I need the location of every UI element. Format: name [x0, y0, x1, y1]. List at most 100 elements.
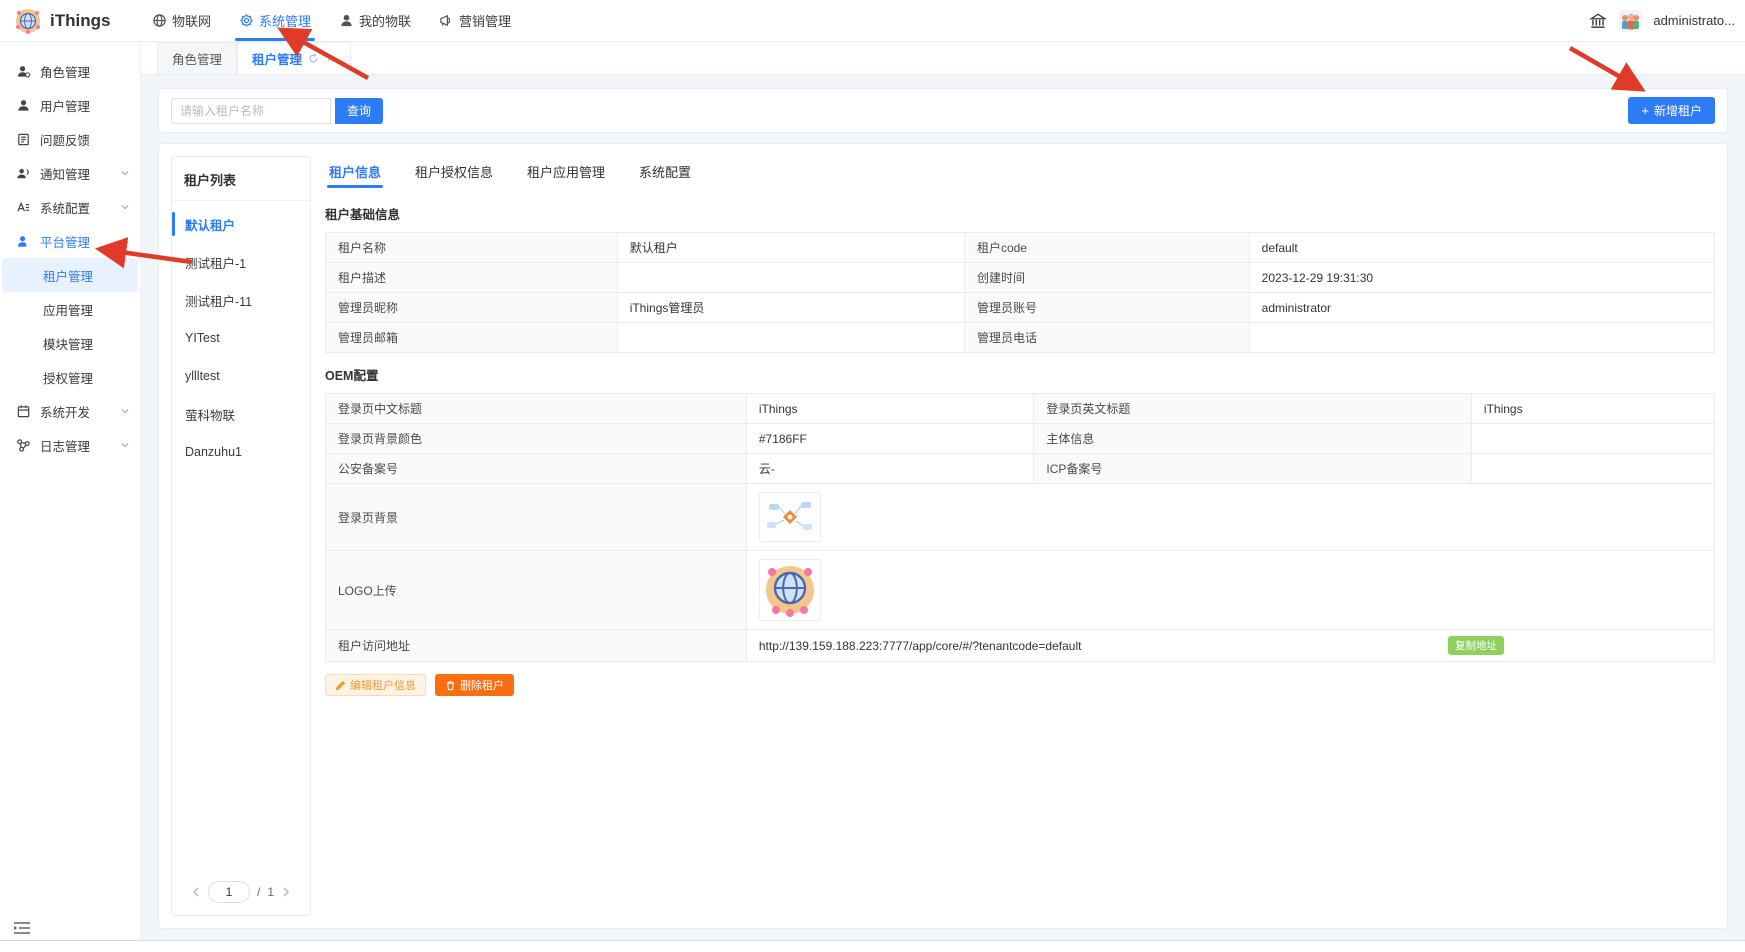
close-icon[interactable]: [325, 53, 336, 64]
chevron-up-icon: [120, 236, 130, 246]
sidebar-item-label: 平台管理: [40, 232, 90, 251]
sidebar-item-label: 系统配置: [40, 198, 90, 217]
detail-tab[interactable]: 租户应用管理: [525, 158, 607, 192]
user-icon: [16, 98, 31, 113]
topnav-item[interactable]: 物联网: [140, 0, 223, 41]
cell-label: 租户名称: [326, 233, 618, 263]
login-bg-cell: [746, 484, 1714, 551]
open-tabs-bar: 角色管理 租户管理: [141, 42, 1745, 75]
collapse-menu-icon[interactable]: [13, 920, 31, 936]
topbar-right: administrato...: [1589, 10, 1745, 32]
tenant-detail-panel: 租户信息租户授权信息租户应用管理系统配置 租户基础信息 租户名称默认租户租户co…: [325, 156, 1715, 916]
cell-label: 管理员电话: [964, 323, 1249, 353]
topnav-label: 我的物联: [359, 11, 411, 30]
sidebar-item[interactable]: 系统配置: [0, 190, 140, 224]
topnav-item[interactable]: 我的物联: [327, 0, 423, 41]
info-row: 公安备案号云-ICP备案号: [326, 454, 1715, 484]
cell-value: administrator: [1249, 293, 1714, 323]
sidebar-item-label: 系统开发: [40, 402, 90, 421]
cell-value: #7186FF: [746, 424, 1034, 454]
sidebar-item[interactable]: 平台管理: [0, 224, 140, 258]
sidebar-item-label: 角色管理: [40, 62, 90, 81]
tenant-list-item[interactable]: 默认租户: [172, 205, 310, 243]
tenant-list-title: 租户列表: [172, 157, 310, 201]
cell-label: 租户code: [964, 233, 1249, 263]
cell-label: ICP备案号: [1034, 454, 1472, 484]
tenant-logo-image[interactable]: [759, 559, 821, 621]
tenant-list-item[interactable]: 测试租户-1: [172, 243, 310, 281]
open-tab[interactable]: 租户管理: [237, 42, 351, 74]
pagination: / 1: [172, 871, 310, 915]
logo-upload-row: LOGO上传: [326, 551, 1715, 630]
cell-value: iThings: [746, 394, 1034, 424]
cell-value: 云-: [746, 454, 1034, 484]
query-button[interactable]: 查询: [335, 98, 383, 124]
trash-icon: [445, 680, 456, 691]
avatar[interactable]: [1619, 10, 1641, 32]
edit-tenant-label: 编辑租户信息: [350, 677, 416, 693]
tenant-list-item[interactable]: 萤科物联: [172, 395, 310, 433]
detail-tab[interactable]: 系统配置: [637, 158, 693, 192]
cell-label: 登录页中文标题: [326, 394, 747, 424]
tenant-list-item[interactable]: 测试租户-11: [172, 281, 310, 319]
marketing-icon: [439, 13, 454, 28]
app-logo[interactable]: iThings: [0, 7, 140, 35]
add-tenant-label: 新增租户: [1654, 102, 1702, 119]
sidebar-subitem[interactable]: 模块管理: [2, 326, 138, 360]
logo-upload-cell: [746, 551, 1714, 630]
tenant-list-item[interactable]: YITest: [172, 319, 310, 357]
cell-label: LOGO上传: [326, 551, 747, 630]
sidebar-subitem[interactable]: 应用管理: [2, 292, 138, 326]
cell-value: [1471, 454, 1714, 484]
prev-page-icon[interactable]: [191, 887, 201, 897]
cell-label: 租户描述: [326, 263, 618, 293]
sidebar-item[interactable]: 系统开发: [0, 394, 140, 428]
cell-value: [617, 263, 964, 293]
cell-label: 管理员昵称: [326, 293, 618, 323]
sidebar-item[interactable]: 日志管理: [0, 428, 140, 462]
page-number-input[interactable]: [208, 881, 250, 903]
cell-label: 租户访问地址: [326, 630, 747, 662]
tenant-list-item[interactable]: Danzuhu1: [172, 433, 310, 471]
main-content: 查询 + 新增租户 租户列表 默认租户测试租户-1测试租户-11YITestyl…: [141, 75, 1745, 940]
cell-label: 公安备案号: [326, 454, 747, 484]
sidebar-item[interactable]: 问题反馈: [0, 122, 140, 156]
tenant-list-item[interactable]: yllltest: [172, 357, 310, 395]
next-page-icon[interactable]: [281, 887, 291, 897]
sidebar-item[interactable]: 角色管理: [0, 54, 140, 88]
topnav-item[interactable]: 系统管理: [227, 0, 323, 41]
cell-label: 管理员邮箱: [326, 323, 618, 353]
current-user[interactable]: administrato...: [1653, 13, 1735, 28]
detail-tab[interactable]: 租户授权信息: [413, 158, 495, 192]
delete-tenant-button[interactable]: 删除租户: [435, 674, 514, 696]
sidebar-subitem[interactable]: 授权管理: [2, 360, 138, 394]
edit-tenant-button[interactable]: 编辑租户信息: [325, 674, 426, 696]
sidebar-item[interactable]: 通知管理: [0, 156, 140, 190]
sidebar-item[interactable]: 用户管理: [0, 88, 140, 122]
tenant-url[interactable]: http://139.159.188.223:7777/app/core/#/?…: [759, 639, 1082, 653]
detail-tab[interactable]: 租户信息: [327, 158, 383, 192]
feedback-icon: [16, 132, 31, 147]
info-row: 租户名称默认租户租户codedefault: [326, 233, 1715, 263]
refresh-icon[interactable]: [308, 53, 319, 64]
sidebar: 角色管理 用户管理 问题反馈 通知管理 系统配置 平台管理 租户管理应用管理模块…: [0, 42, 141, 940]
search-input[interactable]: [171, 98, 331, 124]
login-bg-image[interactable]: [759, 492, 821, 542]
info-row: 登录页背景颜色#7186FF主体信息: [326, 424, 1715, 454]
app-title: iThings: [50, 11, 110, 31]
sidebar-item-label: 日志管理: [40, 436, 90, 455]
toolbar: 查询 + 新增租户: [158, 88, 1728, 133]
sidebar-subitem[interactable]: 租户管理: [2, 258, 138, 292]
sidebar-item-label: 用户管理: [40, 96, 90, 115]
my-iot-icon: [339, 13, 354, 28]
pencil-icon: [335, 680, 346, 691]
open-tab[interactable]: 角色管理: [157, 42, 237, 74]
bank-icon[interactable]: [1589, 12, 1607, 30]
topnav-label: 系统管理: [259, 11, 311, 30]
copy-url-button[interactable]: 复制地址: [1448, 636, 1504, 655]
topnav-item[interactable]: 营销管理: [427, 0, 523, 41]
add-tenant-button[interactable]: + 新增租户: [1628, 97, 1715, 124]
app-window: iThings 物联网 系统管理 我的物联 营销管理: [0, 0, 1745, 952]
page-separator: /: [257, 885, 260, 899]
oem-section-title: OEM配置: [325, 365, 1715, 384]
